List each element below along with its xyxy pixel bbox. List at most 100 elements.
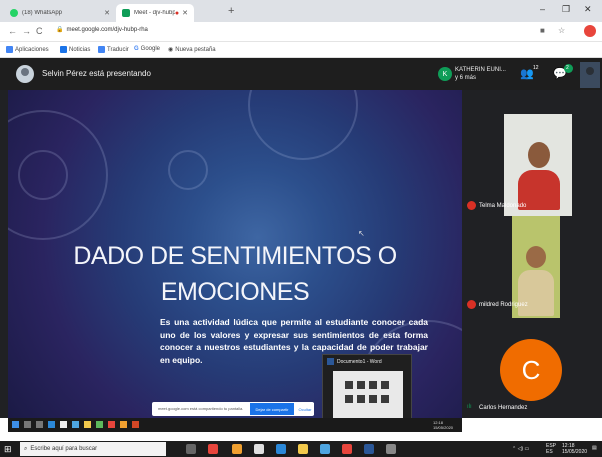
tab-label: (18) WhatsApp — [22, 10, 63, 16]
bookmark-label: Traducir — [107, 46, 129, 53]
mail-icon[interactable] — [320, 444, 330, 454]
self-view-tile[interactable] — [580, 62, 600, 88]
preview-thumbnail — [381, 395, 389, 403]
audio-level-icon: ılı — [467, 404, 472, 410]
participant-name: Telma Maldonado — [479, 203, 527, 209]
windows-start-button[interactable]: ⊞ — [4, 444, 12, 455]
word-preview-header: Documento1 - Word — [327, 358, 382, 365]
decorative-ring — [248, 90, 358, 160]
shared-screen-clock: 12:18 15/05/2020 — [433, 420, 453, 430]
whatsapp-icon — [10, 9, 18, 17]
preview-thumbnail — [345, 381, 353, 389]
app-icon — [96, 421, 103, 428]
word-window-title: Documento1 - Word — [337, 358, 382, 365]
preview-thumbnail — [345, 395, 353, 403]
bookmark-news[interactable]: Noticias — [60, 46, 90, 53]
participant-avatar-carlos[interactable]: C — [500, 339, 562, 401]
windows-icon — [12, 421, 19, 428]
new-tab-button[interactable]: + — [228, 5, 234, 17]
app-icon[interactable] — [232, 444, 242, 454]
url-text: meet.google.com/djv-hubp-rha — [66, 27, 148, 33]
participant-video-telma[interactable] — [504, 114, 572, 216]
camera-indicator-icon[interactable]: ■ — [540, 26, 545, 35]
forward-button[interactable]: → — [22, 26, 31, 36]
back-button[interactable]: ← — [8, 26, 17, 36]
bookmark-star-icon[interactable]: ☆ — [558, 26, 565, 35]
hide-button[interactable]: Ocultar — [296, 403, 314, 415]
folder-icon[interactable] — [298, 444, 308, 454]
chrome-icon[interactable] — [342, 444, 352, 454]
participant-name: Carlos Hernandez — [479, 405, 528, 411]
minimize-button[interactable]: – — [540, 4, 545, 14]
tab-whatsapp[interactable]: (18) WhatsApp ✕ — [4, 4, 116, 22]
store-icon — [60, 421, 67, 428]
taskview-icon — [36, 421, 43, 428]
tab-meet[interactable]: Meet - djv-hubp-rha ● ✕ — [116, 4, 194, 22]
globe-icon: ◉ — [168, 47, 174, 53]
mail-icon — [72, 421, 79, 428]
lock-icon: 🔒 — [56, 27, 64, 33]
tray-icons[interactable]: ⌃ ◁) ▭ — [512, 446, 529, 452]
word-window-preview[interactable]: Documento1 - Word — [322, 354, 412, 426]
close-icon[interactable]: ✕ — [104, 9, 110, 17]
url-field[interactable]: 🔒 meet.google.com/djv-hubp-rha — [56, 26, 148, 33]
participant-avatar-dot — [467, 300, 476, 309]
stop-sharing-button[interactable]: Dejar de compartir — [250, 403, 294, 415]
app-icon[interactable] — [208, 444, 218, 454]
attendee-name: KATHERIN EUNI... — [455, 67, 506, 73]
calculator-icon[interactable] — [386, 444, 396, 454]
preview-thumbnail — [369, 381, 377, 389]
bookmarks-bar: Aplicaciones Noticias Traducir G Google … — [0, 42, 602, 58]
presenting-label: Selvin Pérez está presentando — [42, 69, 151, 78]
taskview-icon[interactable] — [186, 444, 196, 454]
windows-taskbar: ⊞ ⌕ Escribe aquí para buscar ⌃ ◁) ▭ ESP … — [0, 441, 602, 457]
bookmark-new-tab[interactable]: ◉ Nueva pestaña — [168, 46, 216, 54]
attendee-avatar: K — [438, 67, 452, 81]
bookmark-google[interactable]: G Google — [134, 46, 160, 52]
language-indicator[interactable]: ESP ES — [546, 443, 556, 455]
attendee-summary: KATHERIN EUNI... y 6 más — [455, 66, 506, 82]
folder-icon — [84, 421, 91, 428]
chrome-icon — [108, 421, 115, 428]
attendee-more: y 6 más — [455, 75, 477, 81]
maximize-button[interactable]: ❐ — [562, 4, 570, 15]
bookmark-apps[interactable]: Aplicaciones — [6, 46, 49, 53]
clock-date: 15/05/2020 — [433, 425, 454, 430]
news-icon — [60, 46, 67, 53]
people-icon[interactable]: 👥 — [520, 67, 534, 80]
store-icon[interactable] — [254, 444, 264, 454]
chat-count: 2 — [566, 65, 569, 71]
mouse-cursor-icon: ↖ — [358, 229, 365, 238]
slide-title-line2: EMOCIONES — [160, 278, 310, 306]
preview-thumbnail — [357, 381, 365, 389]
shared-screen-taskbar: 12:18 15/05/2020 — [8, 418, 462, 432]
participant-avatar-dot — [467, 201, 476, 210]
participant-name: mildred Rodriguez — [479, 302, 528, 308]
close-icon[interactable]: ✕ — [182, 9, 188, 17]
address-bar: ← → C 🔒 meet.google.com/djv-hubp-rha ■ ☆ — [0, 22, 602, 42]
slide-title-line1: DADO DE SENTIMIENTOS O — [73, 242, 397, 270]
taskbar-clock[interactable]: 12:18 15/05/2020 — [562, 443, 587, 455]
search-icon: ⌕ — [24, 445, 28, 452]
clock-date: 15/05/2020 — [562, 449, 588, 455]
notifications-icon[interactable]: ▤ — [592, 445, 597, 451]
bookmark-label: Aplicaciones — [15, 46, 49, 53]
meet-icon — [122, 9, 130, 17]
bookmark-translate[interactable]: Traducir — [98, 46, 129, 53]
search-placeholder: Escribe aquí para buscar — [30, 446, 98, 452]
presenter-avatar — [16, 65, 34, 83]
taskbar-search-input[interactable]: ⌕ Escribe aquí para buscar — [20, 442, 166, 456]
reload-button[interactable]: C — [36, 26, 43, 36]
profile-avatar[interactable] — [584, 25, 596, 37]
edge-icon — [48, 421, 55, 428]
preview-thumbnail — [357, 395, 365, 403]
close-window-button[interactable]: ✕ — [584, 4, 592, 15]
edge-icon[interactable] — [276, 444, 286, 454]
bookmark-label: Google — [140, 46, 161, 52]
search-icon — [24, 421, 31, 428]
recording-dot-icon: ● — [174, 9, 180, 17]
word-icon[interactable] — [364, 444, 374, 454]
word-icon — [327, 358, 334, 365]
powerpoint-icon — [132, 421, 139, 428]
meet-top-bar: Selvin Pérez está presentando K KATHERIN… — [0, 58, 602, 90]
